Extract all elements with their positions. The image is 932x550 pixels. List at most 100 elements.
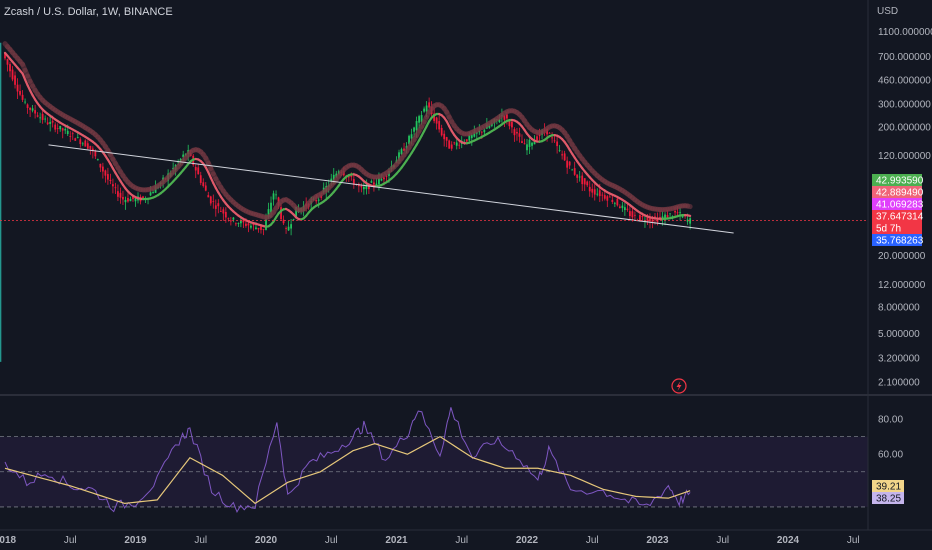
svg-text:41.069283: 41.069283 [876, 200, 924, 211]
candle [573, 161, 576, 176]
price-tick-label: 1100.000000 [878, 27, 932, 38]
time-tick-label: 2018 [0, 535, 17, 546]
time-tick-label: Jul [586, 535, 599, 546]
svg-text:35.768263: 35.768263 [876, 236, 924, 247]
candle [41, 110, 44, 124]
rsi-value-badge: 39.21 [872, 480, 904, 493]
candle [558, 145, 561, 153]
candle [202, 178, 205, 188]
lightning-icon[interactable] [671, 378, 687, 394]
candle [194, 164, 197, 179]
candle [548, 132, 551, 134]
candle [46, 117, 49, 126]
candle [212, 194, 215, 209]
candle [561, 150, 564, 160]
candle [114, 182, 117, 194]
candle [260, 226, 262, 234]
rsi-tick-label: 60.00 [878, 450, 903, 461]
rsi-value-badge: 38.25 [872, 492, 904, 505]
price-tick-label: 700.000000 [878, 52, 931, 63]
candle [81, 141, 84, 147]
price-badge: 35.768263 [872, 234, 924, 247]
candle [109, 173, 112, 185]
svg-text:39.21: 39.21 [876, 482, 901, 493]
candle [531, 141, 533, 150]
candle [563, 150, 566, 161]
candle [443, 130, 446, 147]
time-tick-label: 2019 [124, 535, 147, 546]
ma-shadow-segment [685, 203, 693, 210]
candle [285, 226, 287, 234]
candle [71, 131, 74, 140]
candle [16, 78, 19, 100]
candle [199, 171, 202, 186]
candle [117, 184, 119, 202]
candle [613, 201, 616, 208]
candle [455, 138, 458, 150]
ma-segment [686, 214, 692, 217]
candle [448, 139, 451, 149]
candle [596, 188, 599, 197]
candle [621, 201, 624, 212]
candle [36, 112, 39, 118]
price-tick-label: 2.100000 [878, 377, 920, 388]
candle [207, 191, 210, 198]
candle [287, 220, 290, 232]
time-tick-label: Jul [716, 535, 729, 546]
price-tick-label: 5.000000 [878, 329, 920, 340]
candle [101, 162, 104, 179]
time-tick-label: 2022 [516, 535, 539, 546]
candle [227, 217, 230, 222]
chart-canvas[interactable]: 1100.000000 700.000000 460.000000 300.00000… [0, 0, 932, 550]
candle [679, 207, 681, 221]
candle [219, 206, 222, 212]
candle [9, 62, 11, 78]
candle [21, 90, 24, 102]
price-badge: 42.889490 [872, 186, 924, 199]
candle [523, 138, 526, 145]
candle [581, 172, 584, 192]
candle [450, 141, 453, 151]
candle [79, 137, 82, 148]
candle [39, 112, 42, 123]
candle [556, 135, 559, 154]
candle [290, 218, 292, 236]
candle [250, 222, 252, 230]
candle [127, 193, 129, 203]
candle [521, 134, 523, 144]
candle [593, 183, 596, 201]
candle [84, 139, 87, 147]
candle [237, 222, 240, 228]
candle [453, 141, 456, 145]
candle [222, 207, 225, 221]
candle [54, 122, 57, 133]
candle [357, 182, 360, 193]
candle [649, 213, 651, 229]
candle [623, 203, 626, 216]
candle [516, 127, 518, 141]
candle [29, 107, 31, 118]
candle [112, 178, 114, 194]
time-tick-label: 2021 [385, 535, 408, 546]
candle [6, 58, 9, 72]
candle [44, 115, 47, 123]
candle [438, 115, 441, 133]
candle [124, 196, 127, 210]
svg-text:38.25: 38.25 [876, 494, 901, 505]
candle [11, 66, 14, 82]
candle [601, 192, 604, 202]
moving-average-series [2, 41, 693, 228]
candle [435, 116, 438, 130]
candle [96, 158, 99, 161]
candle [86, 140, 89, 150]
candle [588, 180, 591, 197]
candle [197, 163, 200, 175]
candle [129, 196, 132, 202]
candle [272, 190, 275, 206]
time-tick-label: Jul [847, 535, 860, 546]
svg-text:42.993590: 42.993590 [876, 176, 924, 187]
candle [91, 146, 94, 159]
time-tick-label: Jul [455, 535, 468, 546]
candle [606, 195, 609, 208]
candle [370, 179, 373, 184]
